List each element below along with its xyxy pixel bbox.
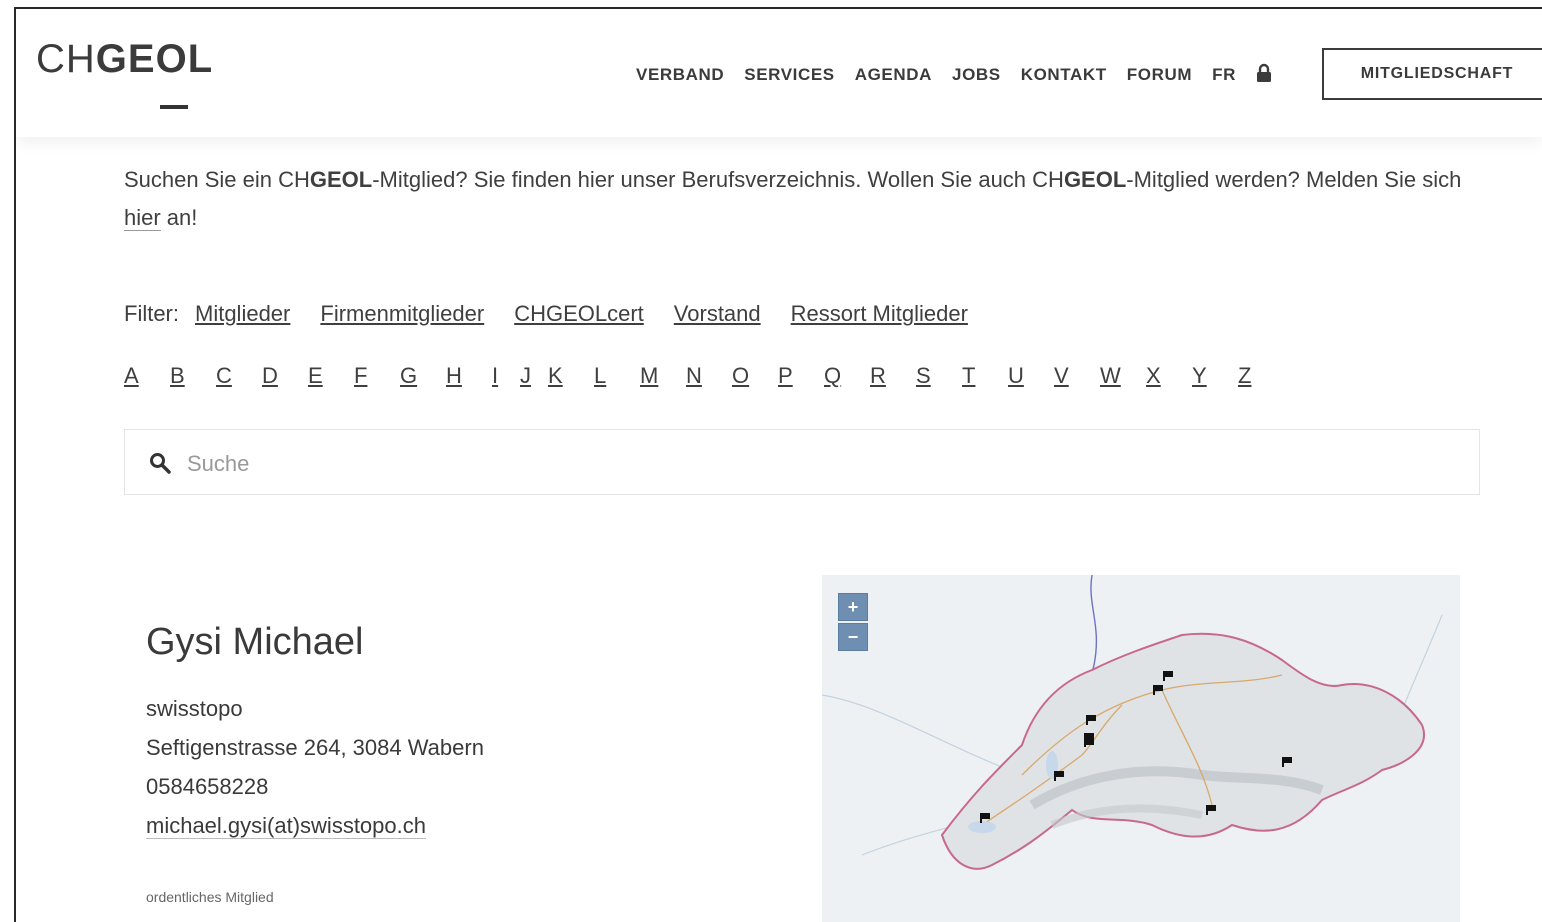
alpha-link-p[interactable]: P [778,363,824,389]
filter-vorstand[interactable]: Vorstand [674,301,761,327]
member-phone: 0584658228 [146,774,269,799]
alpha-link-w[interactable]: W [1100,363,1146,389]
filter-row: Filter: Mitglieder Firmenmitglieder CHGE… [124,301,998,327]
intro-part2: -Mitglied? Sie finden hier unser Berufsv… [372,167,1064,192]
filter-label: Filter: [124,301,179,326]
nav-services[interactable]: SERVICES [744,65,834,85]
alpha-link-r[interactable]: R [870,363,916,389]
alphabet-index: ABCDEFGHIJKLMNOPQRSTUVWXYZ [124,363,1284,389]
nav-kontakt[interactable]: KONTAKT [1021,65,1107,85]
search-box [124,429,1480,495]
register-link[interactable]: hier [124,205,161,231]
main-nav: VERBAND SERVICES AGENDA JOBS KONTAKT FOR… [636,63,1272,85]
member-address: Seftigenstrasse 264, 3084 Wabern [146,735,484,760]
alpha-link-i[interactable]: I [492,363,520,389]
lock-icon[interactable] [1256,63,1272,83]
alpha-link-c[interactable]: C [216,363,262,389]
alpha-link-f[interactable]: F [354,363,400,389]
nav-verband[interactable]: VERBAND [636,65,724,85]
filter-firmenmitglieder[interactable]: Firmenmitglieder [320,301,484,327]
logo-bold: GEOL [95,37,214,81]
nav-agenda[interactable]: AGENDA [855,65,932,85]
alpha-link-a[interactable]: A [124,363,170,389]
location-map[interactable]: + − [822,575,1460,922]
alpha-link-q[interactable]: Q [824,363,870,389]
alpha-link-b[interactable]: B [170,363,216,389]
alpha-link-g[interactable]: G [400,363,446,389]
alpha-link-l[interactable]: L [594,363,640,389]
map-zoom-out-button[interactable]: − [838,623,868,651]
logo[interactable]: CHGEOL [36,37,213,82]
membership-button[interactable]: MITGLIEDSCHAFT [1322,48,1542,100]
search-icon [149,452,171,474]
map-zoom-in-button[interactable]: + [838,593,868,621]
nav-jobs[interactable]: JOBS [952,65,1001,85]
filter-chgeolcert[interactable]: CHGEOLcert [514,301,644,327]
alpha-link-k[interactable]: K [548,363,594,389]
intro-part3: -Mitglied werden? Melden Sie sich [1126,167,1462,192]
intro-text: Suchen Sie ein CHGEOL-Mitglied? Sie find… [124,161,1464,237]
intro-bold2: GEOL [1063,167,1127,192]
alpha-link-y[interactable]: Y [1192,363,1238,389]
search-input[interactable] [185,444,1459,484]
nav-language-fr[interactable]: FR [1212,65,1236,85]
member-info: swisstopo Seftigenstrasse 264, 3084 Wabe… [146,689,484,845]
member-organization: swisstopo [146,696,243,721]
alpha-link-z[interactable]: Z [1238,363,1284,389]
intro-bold1: GEOL [309,167,373,192]
alpha-link-s[interactable]: S [916,363,962,389]
alpha-link-u[interactable]: U [1008,363,1054,389]
member-email-link[interactable]: michael.gysi(at)swisstopo.ch [146,813,426,839]
filter-ressort-mitglieder[interactable]: Ressort Mitglieder [791,301,968,327]
logo-light: CH [36,37,96,81]
alpha-link-h[interactable]: H [446,363,492,389]
intro-part1: Suchen Sie ein CH [124,167,310,192]
alpha-link-t[interactable]: T [962,363,1008,389]
alpha-link-e[interactable]: E [308,363,354,389]
site-header: CHGEOL VERBAND SERVICES AGENDA JOBS KONT… [16,9,1542,137]
nav-forum[interactable]: FORUM [1127,65,1192,85]
member-name: Gysi Michael [146,621,364,663]
alpha-link-x[interactable]: X [1146,363,1192,389]
alpha-link-o[interactable]: O [732,363,778,389]
alpha-link-d[interactable]: D [262,363,308,389]
intro-part4: an! [160,205,198,230]
alpha-link-v[interactable]: V [1054,363,1100,389]
member-type: ordentliches Mitglied [146,889,274,905]
browser-frame: CHGEOL VERBAND SERVICES AGENDA JOBS KONT… [14,7,1542,922]
alpha-link-n[interactable]: N [686,363,732,389]
map-canvas[interactable] [822,575,1460,922]
alpha-link-m[interactable]: M [640,363,686,389]
logo-underline [160,105,188,109]
alpha-link-j[interactable]: J [520,363,548,389]
filter-mitglieder[interactable]: Mitglieder [195,301,290,327]
